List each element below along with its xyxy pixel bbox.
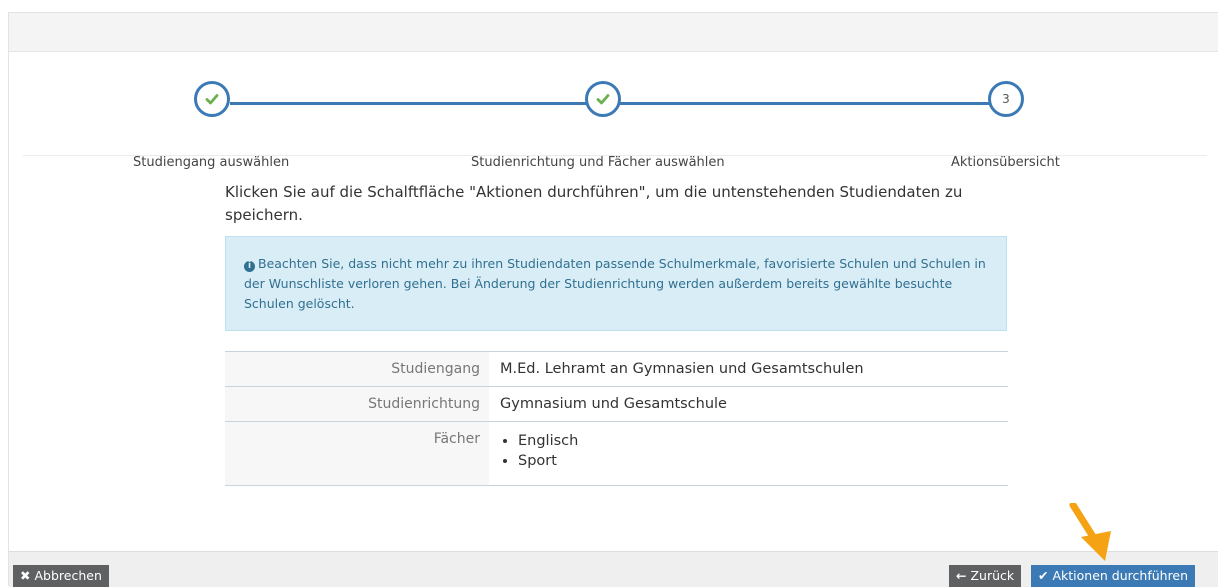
back-label: Zurück [970,568,1015,583]
check-icon [596,94,610,105]
check-icon [205,94,219,105]
pointer-arrow-icon [1069,503,1111,561]
step-number: 3 [1002,92,1010,106]
step-3-label: Aktionsübersicht [951,155,1060,170]
info-circle-icon: i [244,261,255,272]
step-connector [230,102,596,105]
summary-table: Studiengang M.Ed. Lehramt an Gymnasien u… [225,351,1008,486]
table-row: Fächer Englisch Sport [225,421,1008,486]
row-value: Englisch Sport [489,422,1008,486]
step-3-circle: 3 [988,81,1024,117]
step-1-label: Studiengang auswählen [133,155,290,170]
step-2-circle[interactable] [585,81,621,117]
progress-stepper: 3 Studiengang auswählen Studienrichtung … [9,51,1218,170]
row-key: Fächer [225,421,489,486]
step-2-label: Studienrichtung und Fächer auswählen [471,155,725,170]
row-value: Gymnasium und Gesamtschule [500,396,727,412]
page-frame: 3 Studiengang auswählen Studienrichtung … [8,12,1218,587]
step-1-circle[interactable] [194,81,230,117]
alert-text: Beachten Sie, dass nicht mehr zu ihren S… [244,256,986,311]
subjects-list: Englisch Sport [500,431,997,471]
list-item: Englisch [518,431,997,451]
divider [23,155,1207,156]
table-row: Studienrichtung Gymnasium und Gesamtschu… [225,386,1008,422]
close-icon: ✖ [20,568,31,583]
footer-bar: ✖ Abbrechen ← Zurück ✔ Aktionen durchführen [9,551,1218,587]
intro-text: Klicken Sie auf die Schalftfläche "Aktio… [225,183,963,224]
row-key: Studienrichtung [225,386,489,422]
top-bar [9,13,1218,52]
execute-label: Aktionen durchführen [1052,568,1189,583]
row-key: Studiengang [225,351,489,387]
table-row: Studiengang M.Ed. Lehramt an Gymnasien u… [225,351,1008,387]
check-icon: ✔ [1038,568,1049,583]
execute-actions-button[interactable]: ✔ Aktionen durchführen [1031,565,1196,587]
cancel-label: Abbrechen [34,568,102,583]
step-connector [620,102,990,105]
cancel-button[interactable]: ✖ Abbrechen [13,565,109,587]
list-item: Sport [518,451,997,471]
arrow-left-icon: ← [956,568,967,583]
back-button[interactable]: ← Zurück [949,565,1022,587]
row-value: M.Ed. Lehramt an Gymnasien und Gesamtsch… [500,361,864,377]
info-alert: i Beachten Sie, dass nicht mehr zu ihren … [225,236,1007,331]
